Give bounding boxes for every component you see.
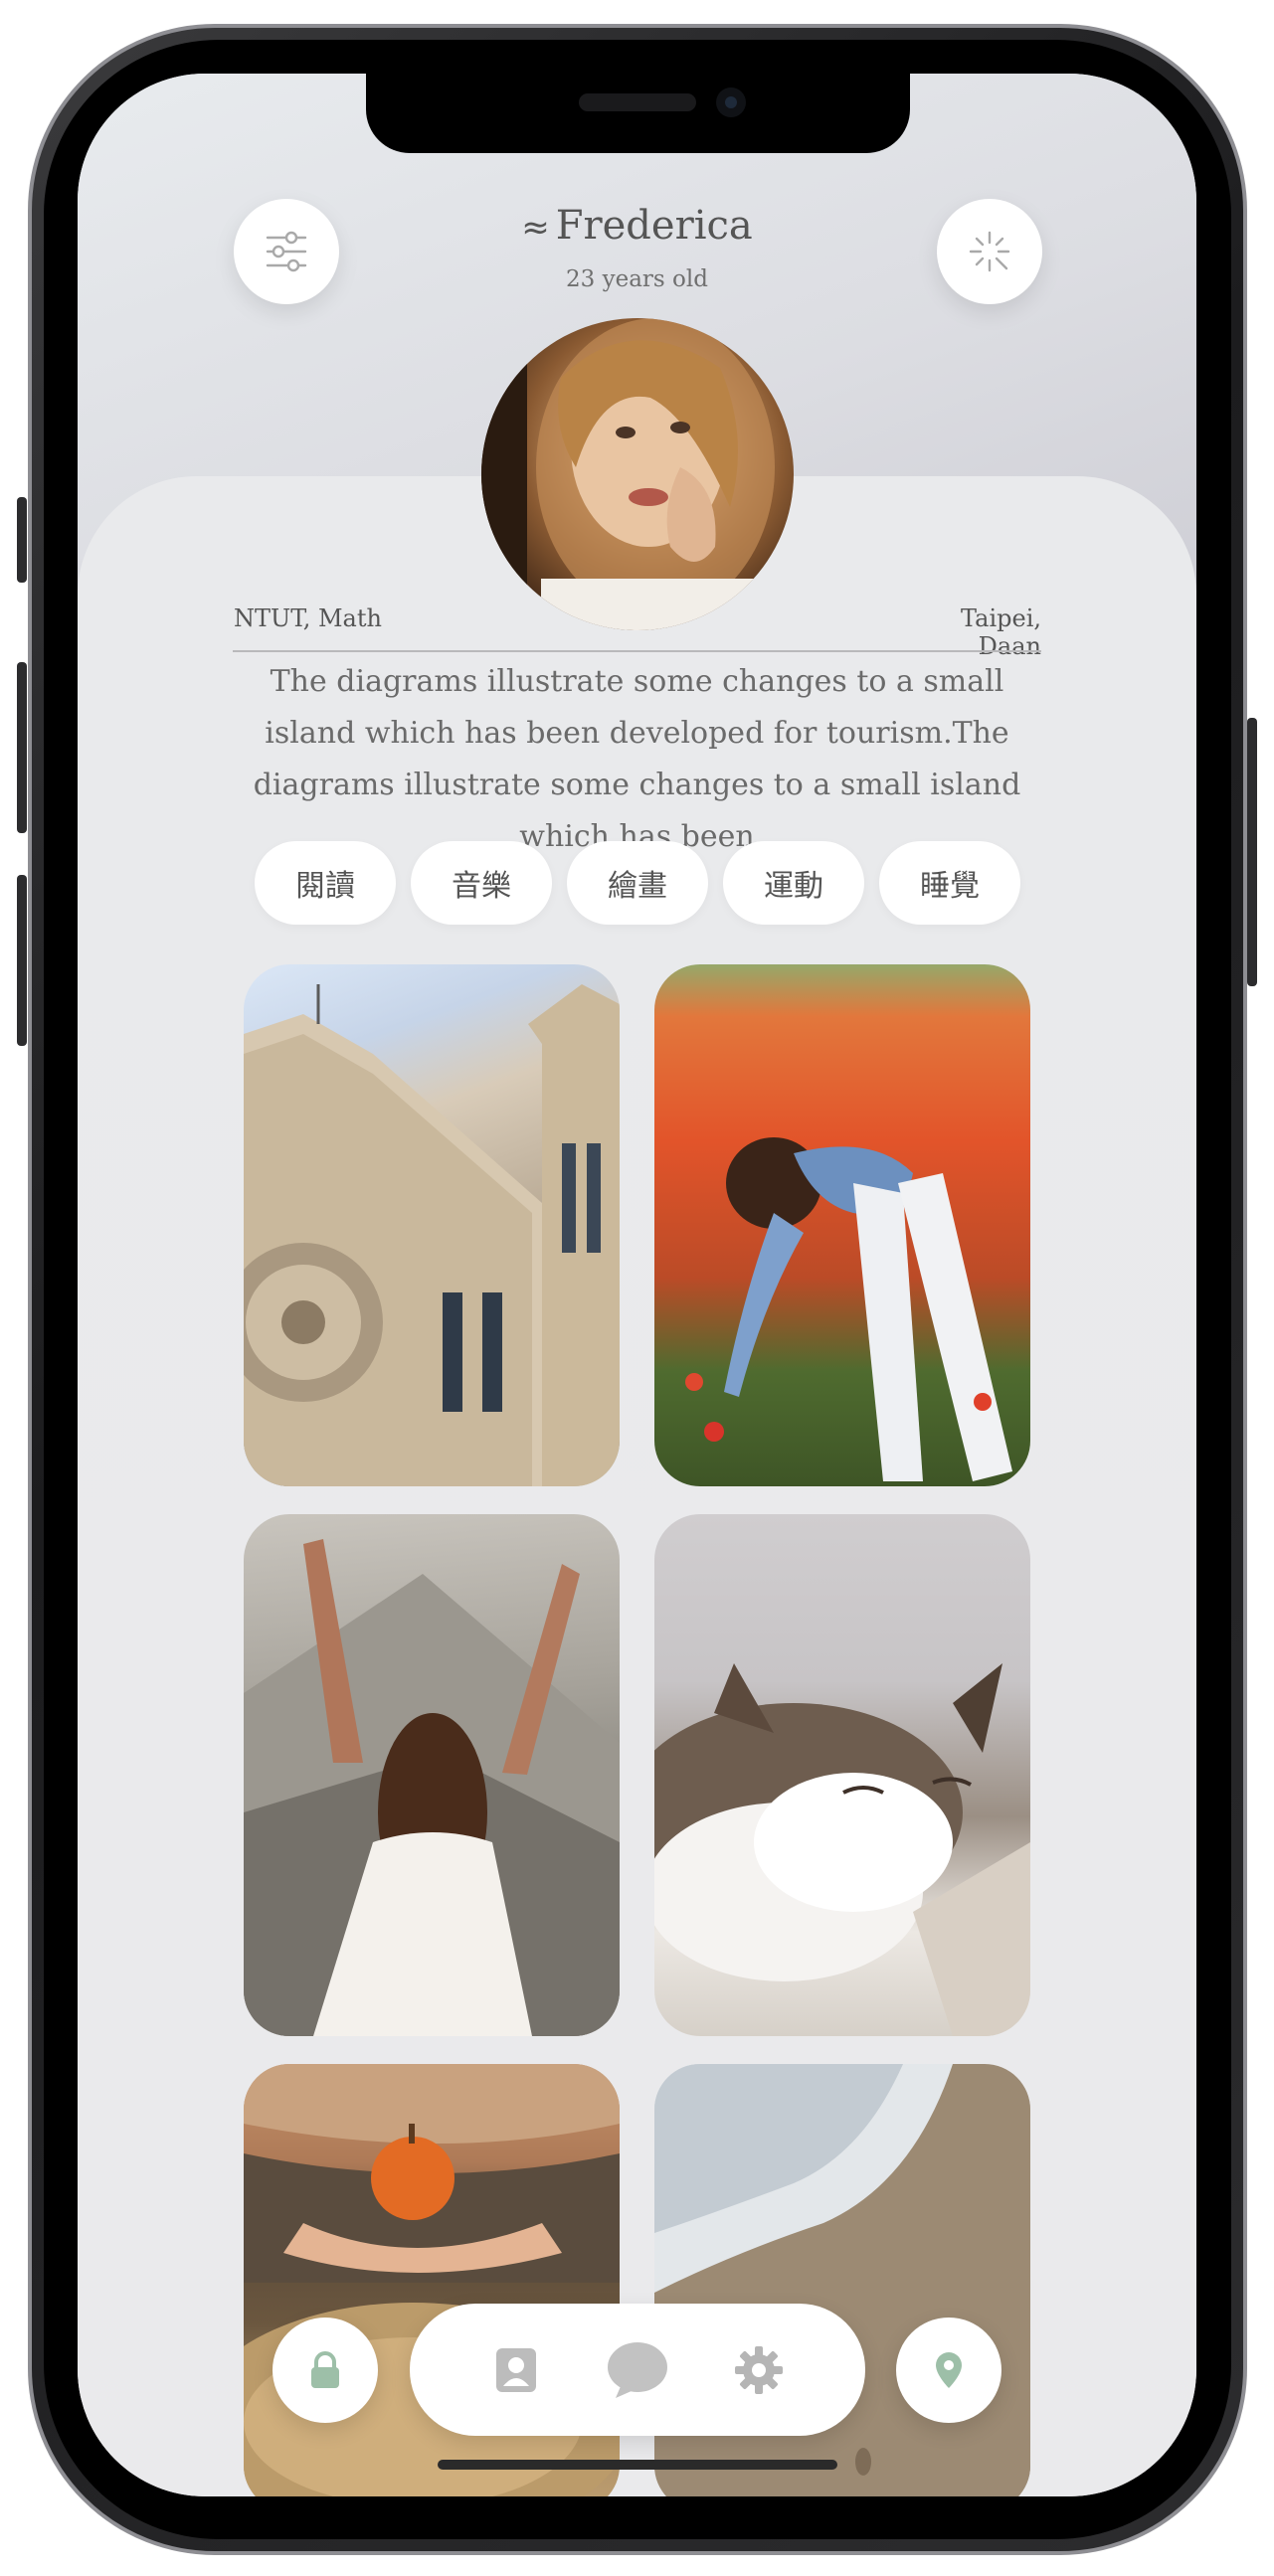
lock-button[interactable] <box>273 2318 378 2423</box>
photo-cat[interactable] <box>654 1514 1030 2036</box>
front-camera <box>716 87 746 117</box>
bottom-dock <box>410 2304 865 2436</box>
avatar[interactable] <box>481 318 794 630</box>
earpiece-speaker <box>579 93 696 111</box>
avatar-photo <box>481 318 775 630</box>
volume-down-button <box>17 875 27 1046</box>
tag-music[interactable]: 音樂 <box>411 841 552 925</box>
profile-name: ≈ Frederica <box>78 203 1196 249</box>
chat-bubble-icon <box>608 2341 667 2398</box>
profile-tab[interactable] <box>488 2342 544 2398</box>
chat-tab[interactable] <box>602 2334 673 2406</box>
bio-text: The diagrams illustrate some changes to … <box>253 664 1021 854</box>
poppy-field-image <box>685 1137 1012 1481</box>
photo-cathedral[interactable] <box>244 964 620 1486</box>
profile-age: 23 years old <box>566 266 708 292</box>
home-indicator[interactable] <box>438 2460 837 2470</box>
tag-sports[interactable]: 運動 <box>723 841 864 925</box>
silent-switch <box>17 497 27 583</box>
gear-icon <box>735 2345 783 2394</box>
cathedral-image <box>244 984 620 1486</box>
interest-tags: 閱讀 音樂 繪畫 運動 睡覺 <box>255 841 1020 925</box>
lock-icon <box>311 2351 339 2388</box>
photo-mountain[interactable] <box>244 1514 620 2036</box>
location-pin-icon <box>936 2352 962 2388</box>
power-button <box>1247 718 1257 986</box>
contact-icon <box>496 2347 536 2392</box>
volume-up-button <box>17 662 27 833</box>
screen: ≈ Frederica 23 years old NTUT, Math Taipe… <box>78 74 1196 2496</box>
tag-sleeping[interactable]: 睡覺 <box>879 841 1020 925</box>
photo-poppy-field[interactable] <box>654 964 1030 1486</box>
settings-tab[interactable] <box>731 2342 787 2398</box>
mountain-image <box>244 1539 620 2036</box>
cat-image <box>654 1663 1030 2036</box>
tag-painting[interactable]: 繪畫 <box>567 841 708 925</box>
school-label: NTUT, Math <box>234 604 382 632</box>
profile-name-text: Frederica <box>555 203 753 249</box>
notch <box>366 74 910 153</box>
location-button[interactable] <box>896 2318 1001 2423</box>
name-prefix-icon: ≈ <box>521 208 550 248</box>
divider <box>233 650 1041 652</box>
tag-reading[interactable]: 閱讀 <box>255 841 396 925</box>
